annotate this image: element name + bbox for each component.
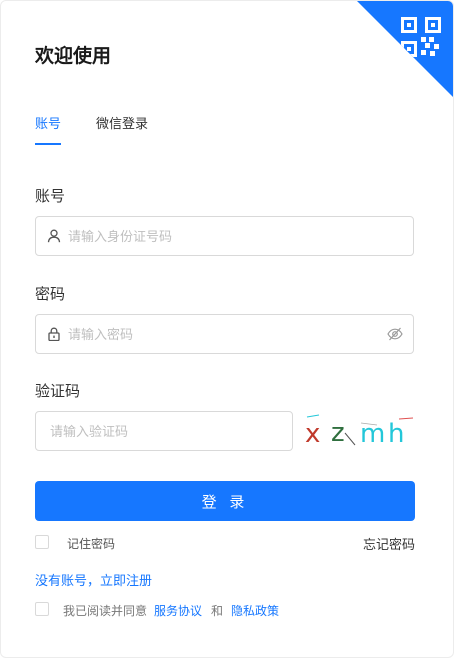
account-field <box>35 216 414 257</box>
captcha-char: m <box>360 419 385 449</box>
password-input[interactable] <box>66 315 390 355</box>
login-button[interactable]: 登 录 <box>35 481 415 521</box>
privacy-policy-link[interactable]: 隐私政策 <box>231 602 279 619</box>
eye-hidden-icon[interactable] <box>387 326 403 342</box>
password-label: 密码 <box>35 285 66 303</box>
tab-wechat-login[interactable]: 微信登录 <box>96 113 148 132</box>
lock-icon <box>48 327 60 341</box>
agreement-and: 和 <box>211 604 224 618</box>
remember-label: 记住密码 <box>67 537 116 551</box>
captcha-input[interactable] <box>48 412 282 452</box>
service-agreement-link[interactable]: 服务协议 <box>154 602 202 619</box>
captcha-char: z <box>331 418 345 448</box>
agreement-checkbox[interactable] <box>35 602 49 616</box>
page-title: 欢迎使用 <box>35 45 112 67</box>
password-field <box>35 314 414 355</box>
register-link[interactable]: 没有账号，立即注册 <box>35 570 152 589</box>
captcha-field <box>35 411 293 452</box>
account-label: 账号 <box>35 187 66 205</box>
login-card: 欢迎使用 账号 微信登录 账号 密码 验证码 x z <box>0 0 454 658</box>
qr-login-toggle[interactable] <box>357 1 453 97</box>
remember-checkbox[interactable] <box>35 535 49 549</box>
captcha-char: x <box>305 419 320 449</box>
captcha-label: 验证码 <box>35 382 81 400</box>
user-icon <box>47 229 61 243</box>
account-input[interactable] <box>66 217 390 257</box>
captcha-image[interactable]: x z m h <box>301 411 414 451</box>
captcha-char: h <box>388 419 404 449</box>
agreement-text: 我已阅读并同意 <box>63 604 148 618</box>
forgot-password-link[interactable]: 忘记密码 <box>363 534 415 553</box>
tab-account[interactable]: 账号 <box>35 113 62 145</box>
qr-code-icon <box>401 17 441 57</box>
